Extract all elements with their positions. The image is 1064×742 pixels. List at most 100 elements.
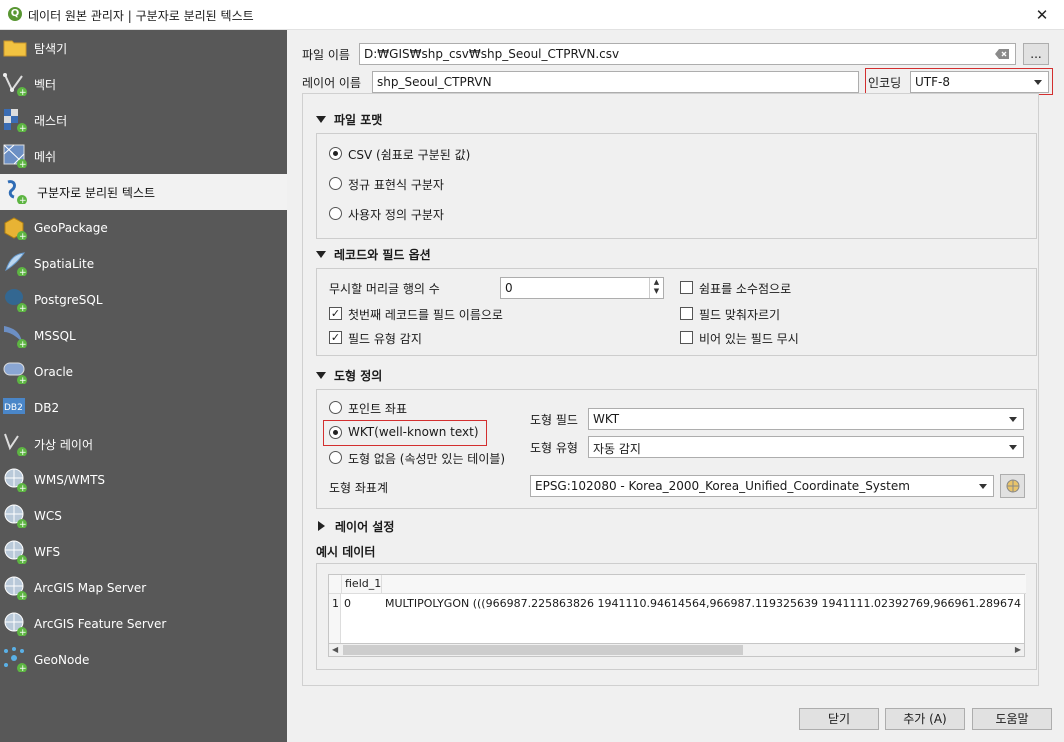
sidebar-item-wcs[interactable]: + WCS	[0, 498, 287, 534]
sidebar-item-wfs[interactable]: + WFS	[0, 534, 287, 570]
geometry-field-label: 도형 필드	[530, 413, 578, 427]
delimited-text-icon: +	[7, 180, 27, 204]
sidebar-item-arcgis-feature-server[interactable]: + ArcGIS Feature Server	[0, 606, 287, 642]
file-format-header[interactable]: 파일 포맷	[316, 111, 382, 128]
custom-delimiter-radio[interactable]	[329, 207, 342, 220]
sidebar-item-oracle[interactable]: + Oracle	[0, 354, 287, 390]
sidebar-item-postgresql[interactable]: + PostgreSQL	[0, 282, 287, 318]
layer-name-label: 레이어 이름	[302, 76, 362, 90]
geometry-type-label: 도형 유형	[530, 441, 578, 455]
crs-selector-button[interactable]	[1000, 474, 1025, 498]
sidebar-item-raster[interactable]: + 래스터	[0, 102, 287, 138]
detect-types-checkbox[interactable]: ✓	[329, 331, 342, 344]
scrollbar-thumb[interactable]	[343, 645, 743, 655]
close-window-button[interactable]: ✕	[1020, 0, 1064, 30]
chevron-down-icon	[1009, 445, 1017, 450]
table-header	[329, 575, 1026, 594]
sidebar-item-arcgis-map-server[interactable]: + ArcGIS Map Server	[0, 570, 287, 606]
help-button[interactable]: 도움말	[972, 708, 1052, 730]
no-geometry-radio[interactable]	[329, 451, 342, 464]
sidebar: 탐색기 + 벡터 + 래스터 + 메쉬 + 구분자로 분리된 텍스트 + Geo…	[0, 30, 287, 742]
qgis-logo-icon: Q	[8, 7, 22, 21]
svg-text:+: +	[19, 484, 27, 492]
close-button[interactable]: 닫기	[799, 708, 879, 730]
wkt-label: WKT(well-known text)	[348, 425, 479, 439]
svg-text:DB2: DB2	[4, 403, 23, 413]
folder-icon	[3, 40, 27, 57]
horizontal-scrollbar[interactable]: ◀ ▶	[328, 643, 1025, 657]
svg-text:+: +	[19, 124, 27, 132]
svg-text:+: +	[19, 88, 27, 96]
wms-icon: +	[4, 468, 27, 492]
collapse-icon	[316, 372, 326, 379]
scroll-left-icon[interactable]: ◀	[332, 644, 338, 656]
geometry-field-select[interactable]: WKT	[588, 408, 1024, 430]
spatialite-icon: +	[5, 252, 27, 276]
svg-text:+: +	[19, 160, 27, 168]
column-header-field-1[interactable]: field_1	[341, 575, 382, 594]
sidebar-item-spatialite[interactable]: + SpatiaLite	[0, 246, 287, 282]
skip-lines-spinbox[interactable]: 0 ▲ ▼	[500, 277, 664, 299]
sidebar-item-db2[interactable]: DB2 DB2	[0, 390, 287, 426]
point-coordinates-radio[interactable]	[329, 401, 342, 414]
geometry-header[interactable]: 도형 정의	[316, 367, 382, 384]
trim-fields-checkbox[interactable]	[680, 307, 693, 320]
svg-text:+: +	[19, 196, 27, 204]
regex-radio[interactable]	[329, 177, 342, 190]
svg-text:+: +	[19, 628, 27, 636]
sidebar-item-geopackage[interactable]: + GeoPackage	[0, 210, 287, 246]
regex-label: 정규 표현식 구분자	[348, 178, 444, 192]
crs-select[interactable]: EPSG:102080 - Korea_2000_Korea_Unified_C…	[530, 475, 994, 497]
wkt-radio[interactable]	[329, 426, 342, 439]
svg-text:+: +	[19, 304, 27, 312]
geonode-icon: +	[4, 647, 27, 672]
svg-text:+: +	[19, 376, 27, 384]
sidebar-item-mssql[interactable]: + MSSQL	[0, 318, 287, 354]
mssql-icon: +	[4, 326, 27, 348]
oracle-icon: +	[3, 362, 27, 384]
svg-text:+: +	[19, 448, 27, 456]
csv-radio[interactable]	[329, 147, 342, 160]
csv-label: CSV (쉼표로 구분된 값)	[348, 148, 471, 162]
chevron-down-icon	[1009, 417, 1017, 422]
sidebar-item-mesh[interactable]: + 메쉬	[0, 138, 287, 174]
chevron-down-icon	[1034, 80, 1042, 85]
file-name-input[interactable]: D:₩GIS₩shp_csv₩shp_Seoul_CTPRVN.csv	[359, 43, 1016, 65]
collapse-icon	[316, 251, 326, 258]
clear-icon[interactable]	[995, 49, 1009, 59]
crs-label: 도형 좌표계	[329, 481, 389, 495]
mesh-icon: +	[3, 144, 27, 168]
wfs-icon: +	[4, 540, 27, 564]
decimal-comma-checkbox[interactable]	[680, 281, 693, 294]
layer-settings-header[interactable]: 레이어 설정	[318, 518, 394, 535]
discard-empty-label: 비어 있는 필드 무시	[699, 332, 799, 346]
virtual-layer-icon: +	[4, 433, 27, 456]
record-options-header[interactable]: 레코드와 필드 옵션	[316, 246, 431, 263]
svg-text:+: +	[19, 664, 27, 672]
svg-text:+: +	[19, 268, 27, 276]
trim-fields-label: 필드 맞춰자르기	[699, 308, 781, 322]
geometry-type-select[interactable]: 자동 감지	[588, 436, 1024, 458]
sidebar-item-delimited-text[interactable]: + 구분자로 분리된 텍스트	[0, 174, 287, 210]
sample-data-title: 예시 데이터	[316, 545, 376, 559]
add-button[interactable]: 추가 (A)	[885, 708, 965, 730]
first-record-label: 첫번째 레코드를 필드 이름으로	[348, 308, 503, 322]
encoding-select[interactable]: UTF-8	[910, 71, 1049, 93]
sidebar-item-browser[interactable]: 탐색기	[0, 30, 287, 66]
sidebar-item-wms[interactable]: + WMS/WMTS	[0, 462, 287, 498]
spin-arrows-icon[interactable]: ▲ ▼	[649, 278, 663, 298]
browse-button[interactable]: ...	[1023, 43, 1049, 65]
chevron-down-icon	[979, 484, 987, 489]
sidebar-item-geonode[interactable]: + GeoNode	[0, 642, 287, 678]
svg-text:+: +	[19, 232, 27, 240]
title-bar: Q 데이터 원본 관리자 | 구분자로 분리된 텍스트 ✕	[0, 0, 1064, 30]
scroll-right-icon[interactable]: ▶	[1015, 644, 1021, 656]
sidebar-item-vector[interactable]: + 벡터	[0, 66, 287, 102]
skip-lines-label: 무시할 머리글 행의 수	[329, 282, 440, 296]
first-record-checkbox[interactable]: ✓	[329, 307, 342, 320]
table-cell-id: 0	[344, 597, 351, 610]
discard-empty-checkbox[interactable]	[680, 331, 693, 344]
arcgis-feature-icon: +	[4, 612, 27, 636]
sidebar-item-virtual-layer[interactable]: + 가상 레이어	[0, 426, 287, 462]
layer-name-input[interactable]: shp_Seoul_CTPRVN	[372, 71, 859, 93]
